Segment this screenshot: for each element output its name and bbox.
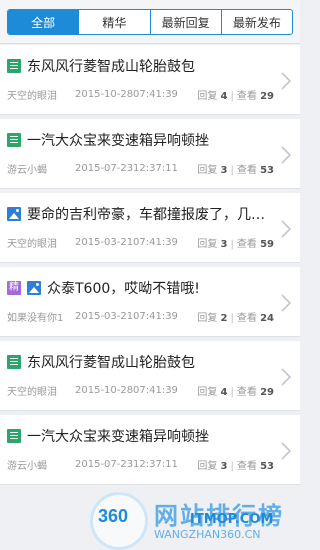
- thread-title-row: 东风风行菱智成山轮胎鼓包: [7, 57, 274, 75]
- thread-author: 游云小蝎: [7, 164, 47, 176]
- thread-title: 众泰T600，哎呦不错哦!: [47, 281, 200, 297]
- view-count: 29: [260, 90, 274, 102]
- reply-label: 回复: [197, 90, 218, 102]
- thread-time: 07:41:39: [133, 384, 178, 396]
- watermark: 360 网站排行榜 WANGZHAN360.CN ITMOP.COM: [90, 488, 300, 550]
- thread-item[interactable]: 东风风行菱智成山轮胎鼓包 天空的眼泪 2015-10-28 07:41:39 回…: [0, 45, 300, 115]
- reply-label: 回复: [197, 386, 218, 398]
- thread-item[interactable]: 东风风行菱智成山轮胎鼓包 天空的眼泪 2015-10-28 07:41:39 回…: [0, 341, 300, 411]
- reply-count: 3: [220, 460, 228, 472]
- tab-latest-reply[interactable]: 最新回复: [149, 10, 221, 34]
- thread-title: 一汽大众宝来变速箱异响顿挫: [27, 429, 209, 445]
- thread-date: 2015-10-28: [75, 88, 134, 100]
- thread-stats: 回复 3 | 查看 53: [197, 460, 274, 472]
- reply-count: 3: [220, 238, 228, 250]
- view-count: 59: [260, 238, 274, 250]
- view-label: 查看: [236, 460, 257, 472]
- thread-date: 2015-03-21: [75, 236, 134, 248]
- reply-count: 4: [220, 386, 228, 398]
- thread-date: 2015-07-23: [75, 458, 134, 470]
- chevron-right-icon: [281, 368, 292, 386]
- thread-meta: 天空的眼泪 2015-03-21 07:41:39 回复 3 | 查看 59: [7, 235, 274, 250]
- thread-title-row: 一汽大众宝来变速箱异响顿挫: [7, 427, 274, 445]
- thread-time: 07:41:39: [133, 310, 178, 322]
- thread-stats: 回复 2 | 查看 24: [197, 312, 274, 324]
- chevron-right-icon: [281, 294, 292, 312]
- thread-time: 12:37:11: [133, 162, 178, 174]
- thread-date: 2015-10-28: [75, 384, 134, 396]
- thread-date: 2015-03-21: [75, 310, 134, 322]
- thread-time: 07:41:39: [133, 236, 178, 248]
- thread-time: 07:41:39: [133, 88, 178, 100]
- thread-title-row: 东风风行菱智成山轮胎鼓包: [7, 353, 274, 371]
- reply-label: 回复: [197, 238, 218, 250]
- view-label: 查看: [236, 164, 257, 176]
- doc-icon: [7, 133, 21, 147]
- chevron-right-icon: [281, 220, 292, 238]
- watermark-logo: 360: [98, 506, 129, 526]
- view-count: 29: [260, 386, 274, 398]
- view-count: 53: [260, 460, 274, 472]
- tab-latest-post[interactable]: 最新发布: [220, 10, 292, 34]
- reply-label: 回复: [197, 460, 218, 472]
- view-label: 查看: [236, 312, 257, 324]
- thread-stats: 回复 4 | 查看 29: [197, 90, 274, 102]
- thread-title: 东风风行菱智成山轮胎鼓包: [27, 59, 195, 75]
- tab-featured[interactable]: 精华: [78, 10, 149, 34]
- thread-author: 天空的眼泪: [7, 238, 57, 250]
- thread-stats: 回复 4 | 查看 29: [197, 386, 274, 398]
- doc-icon: [7, 59, 21, 73]
- view-label: 查看: [236, 90, 257, 102]
- thread-title-row: 一汽大众宝来变速箱异响顿挫: [7, 131, 274, 149]
- chevron-right-icon: [281, 72, 292, 90]
- tab-bar: 全部 精华 最新回复 最新发布: [7, 9, 293, 35]
- thread-stats: 回复 3 | 查看 53: [197, 164, 274, 176]
- chevron-right-icon: [281, 146, 292, 164]
- thread-meta: 游云小蝎 2015-07-23 12:37:11 回复 3 | 查看 53: [7, 161, 274, 176]
- chevron-right-icon: [281, 442, 292, 460]
- tab-all[interactable]: 全部: [8, 10, 79, 34]
- thread-item[interactable]: 精 众泰T600，哎呦不错哦! 如果没有你1 2015-03-21 07:41:…: [0, 267, 300, 337]
- thread-author: 天空的眼泪: [7, 90, 57, 102]
- thread-item[interactable]: 要命的吉利帝豪，车都撞报废了，几个… 天空的眼泪 2015-03-21 07:4…: [0, 193, 300, 263]
- image-icon: [7, 207, 21, 221]
- image-icon: [27, 281, 41, 295]
- thread-title-row: 要命的吉利帝豪，车都撞报废了，几个…: [7, 205, 274, 223]
- doc-icon: [7, 429, 21, 443]
- thread-author: 游云小蝎: [7, 460, 47, 472]
- reply-label: 回复: [197, 312, 218, 324]
- thread-meta: 游云小蝎 2015-07-23 12:37:11 回复 3 | 查看 53: [7, 457, 274, 472]
- doc-icon: [7, 355, 21, 369]
- thread-title-row: 精 众泰T600，哎呦不错哦!: [7, 279, 274, 297]
- view-count: 53: [260, 164, 274, 176]
- thread-stats: 回复 3 | 查看 59: [197, 238, 274, 250]
- reply-count: 4: [220, 90, 228, 102]
- thread-item[interactable]: 一汽大众宝来变速箱异响顿挫 游云小蝎 2015-07-23 12:37:11 回…: [0, 415, 300, 485]
- thread-title: 一汽大众宝来变速箱异响顿挫: [27, 133, 209, 149]
- thread-item[interactable]: 一汽大众宝来变速箱异响顿挫 游云小蝎 2015-07-23 12:37:11 回…: [0, 119, 300, 189]
- thread-author: 如果没有你1: [7, 312, 64, 324]
- thread-title: 东风风行菱智成山轮胎鼓包: [27, 355, 195, 371]
- view-count: 24: [260, 312, 274, 324]
- reply-count: 3: [220, 164, 228, 176]
- tab-header: 全部 精华 最新回复 最新发布: [0, 0, 300, 44]
- reply-count: 2: [220, 312, 228, 324]
- thread-author: 天空的眼泪: [7, 386, 57, 398]
- watermark-url: WANGZHAN360.CN: [154, 528, 261, 541]
- watermark-site: ITMOP.COM: [190, 512, 274, 527]
- thread-meta: 如果没有你1 2015-03-21 07:41:39 回复 2 | 查看 24: [7, 309, 274, 324]
- view-label: 查看: [236, 238, 257, 250]
- featured-badge-icon: 精: [7, 281, 21, 295]
- thread-title: 要命的吉利帝豪，车都撞报废了，几个…: [27, 207, 274, 223]
- thread-meta: 天空的眼泪 2015-10-28 07:41:39 回复 4 | 查看 29: [7, 87, 274, 102]
- thread-time: 12:37:11: [133, 458, 178, 470]
- thread-meta: 天空的眼泪 2015-10-28 07:41:39 回复 4 | 查看 29: [7, 383, 274, 398]
- view-label: 查看: [236, 386, 257, 398]
- thread-list: 东风风行菱智成山轮胎鼓包 天空的眼泪 2015-10-28 07:41:39 回…: [0, 45, 300, 489]
- reply-label: 回复: [197, 164, 218, 176]
- thread-date: 2015-07-23: [75, 162, 134, 174]
